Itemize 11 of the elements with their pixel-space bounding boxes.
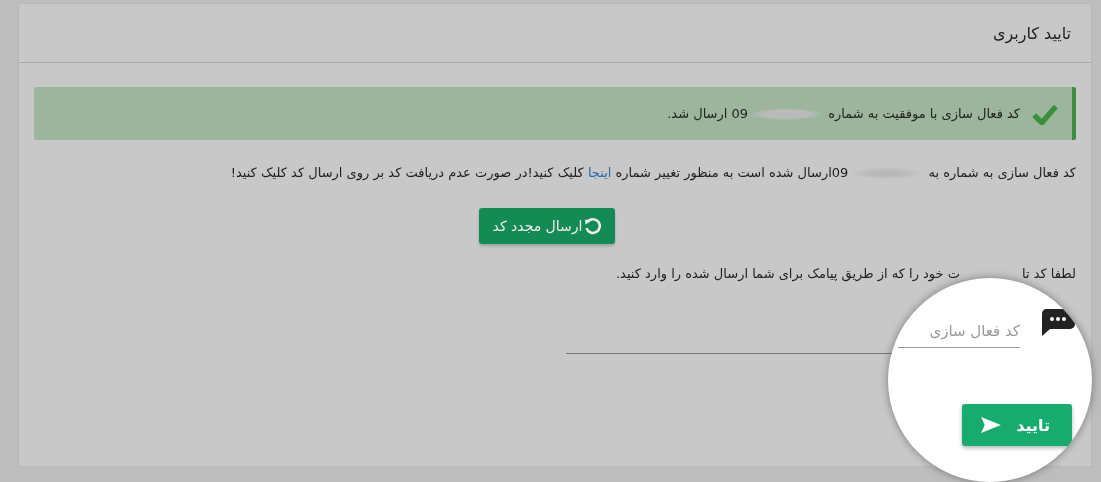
confirm-button[interactable]: تایید: [962, 404, 1072, 446]
change-number-link[interactable]: اینجا: [587, 165, 612, 180]
instruction-text: ت خود را که از طریق پیامک برای شما ارسال شده را وارد کنید.: [615, 266, 960, 281]
activation-code-field[interactable]: کد فعال سازی: [898, 314, 1020, 348]
instruction-text: لطفا کد تا: [1021, 266, 1076, 281]
card-title: تایید کاربری: [992, 23, 1071, 43]
send-icon: [980, 416, 1002, 434]
chat-icon: [1040, 307, 1076, 337]
checkmark-icon: [1032, 102, 1058, 125]
resend-button[interactable]: ارسال مجدد کد: [478, 208, 616, 244]
reload-icon: [584, 217, 602, 235]
